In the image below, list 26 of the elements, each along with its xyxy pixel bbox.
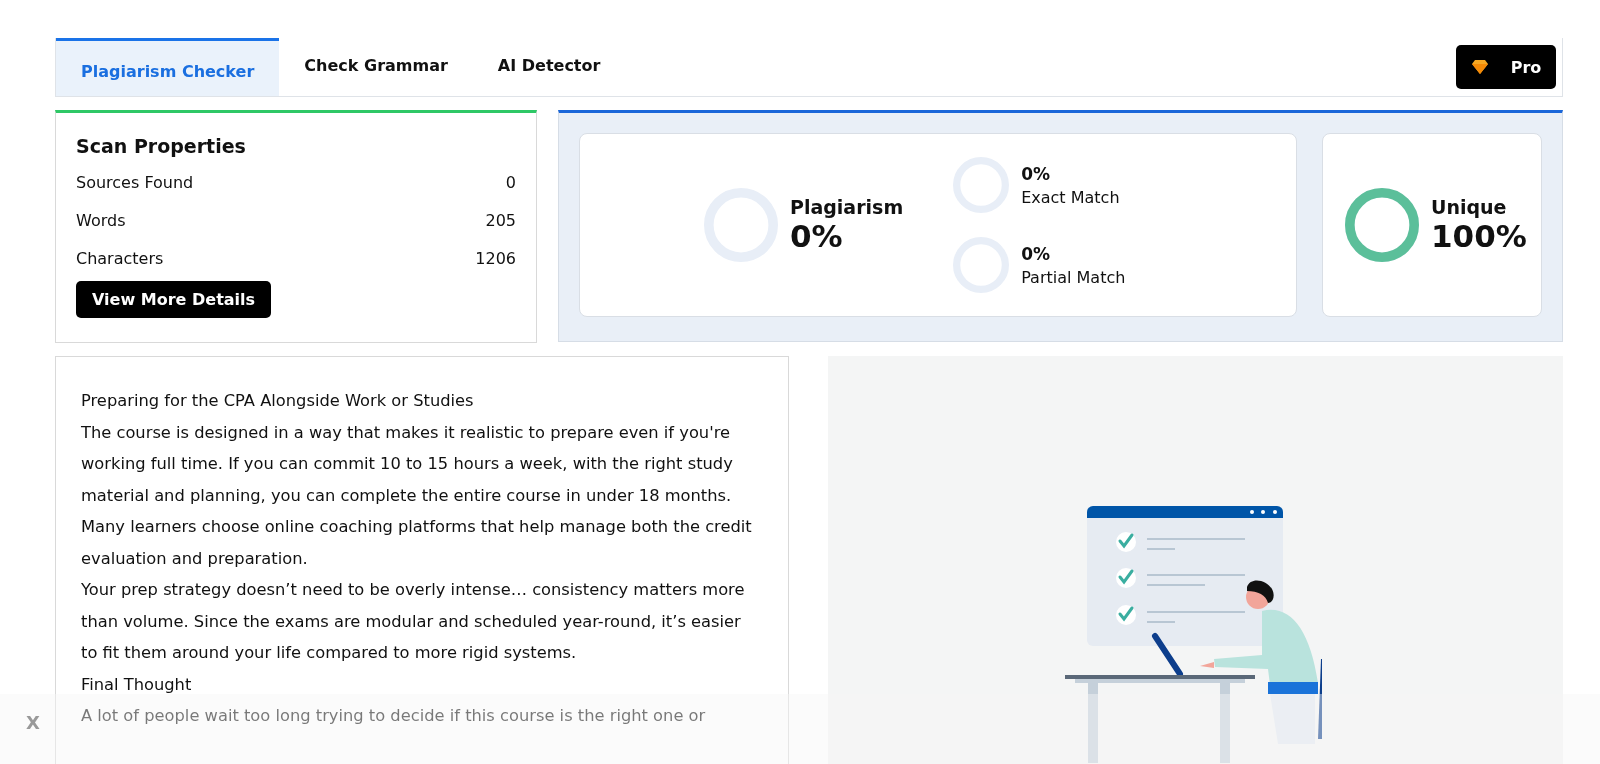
- property-label: Words: [76, 210, 126, 230]
- stat-label: Unique: [1431, 196, 1508, 218]
- match-label: Exact Match: [1021, 187, 1120, 207]
- property-label: Sources Found: [76, 172, 194, 192]
- document-paragraph: Your prep strategy doesn’t need to be overly intense… consistency matters more than volume. Since the exams are modular and scheduled year-round, it’s easier to fit them around your life compared to more rigid systems.: [81, 579, 746, 664]
- pro-button[interactable]: Pro: [1456, 45, 1556, 89]
- document-paragraph: The course is designed in a way that makes it realistic to prepare even if you're working full time. If you can commit 10 to 15 hours a week, with the right study material and planning, you can complete the entire course in under 18 months. Many learners choose online coaching platforms that help manage both the credit evaluation and preparation.: [81, 421, 753, 570]
- property-value: 1206: [475, 248, 516, 268]
- stat-value: 100%: [1431, 218, 1527, 254]
- document-paragraph: Final Thought: [81, 673, 193, 696]
- view-details-button[interactable]: View More Details: [76, 281, 272, 318]
- match-value: 0%: [1021, 163, 1052, 184]
- stat-value: 0%: [790, 218, 844, 254]
- tab[interactable]: AI Detector: [472, 38, 626, 96]
- property-label: Characters: [76, 248, 164, 268]
- document-paragraph: Preparing for the CPA Alongside Work or Studies: [81, 390, 475, 412]
- match-value: 0%: [1021, 243, 1052, 264]
- document-paragraph: A lot of people wait too long trying to decide if this course is the right one or: [81, 705, 707, 727]
- property-value: 0: [505, 172, 516, 192]
- property-value: 205: [485, 210, 516, 230]
- card-title: Scan Properties: [76, 135, 247, 157]
- tab[interactable]: Check Grammar: [279, 38, 473, 96]
- tab[interactable]: Plagiarism Checker: [56, 38, 280, 96]
- diamond-icon: [1470, 59, 1489, 75]
- stat-label: Plagiarism: [790, 196, 904, 218]
- match-label: Partial Match: [1021, 267, 1126, 287]
